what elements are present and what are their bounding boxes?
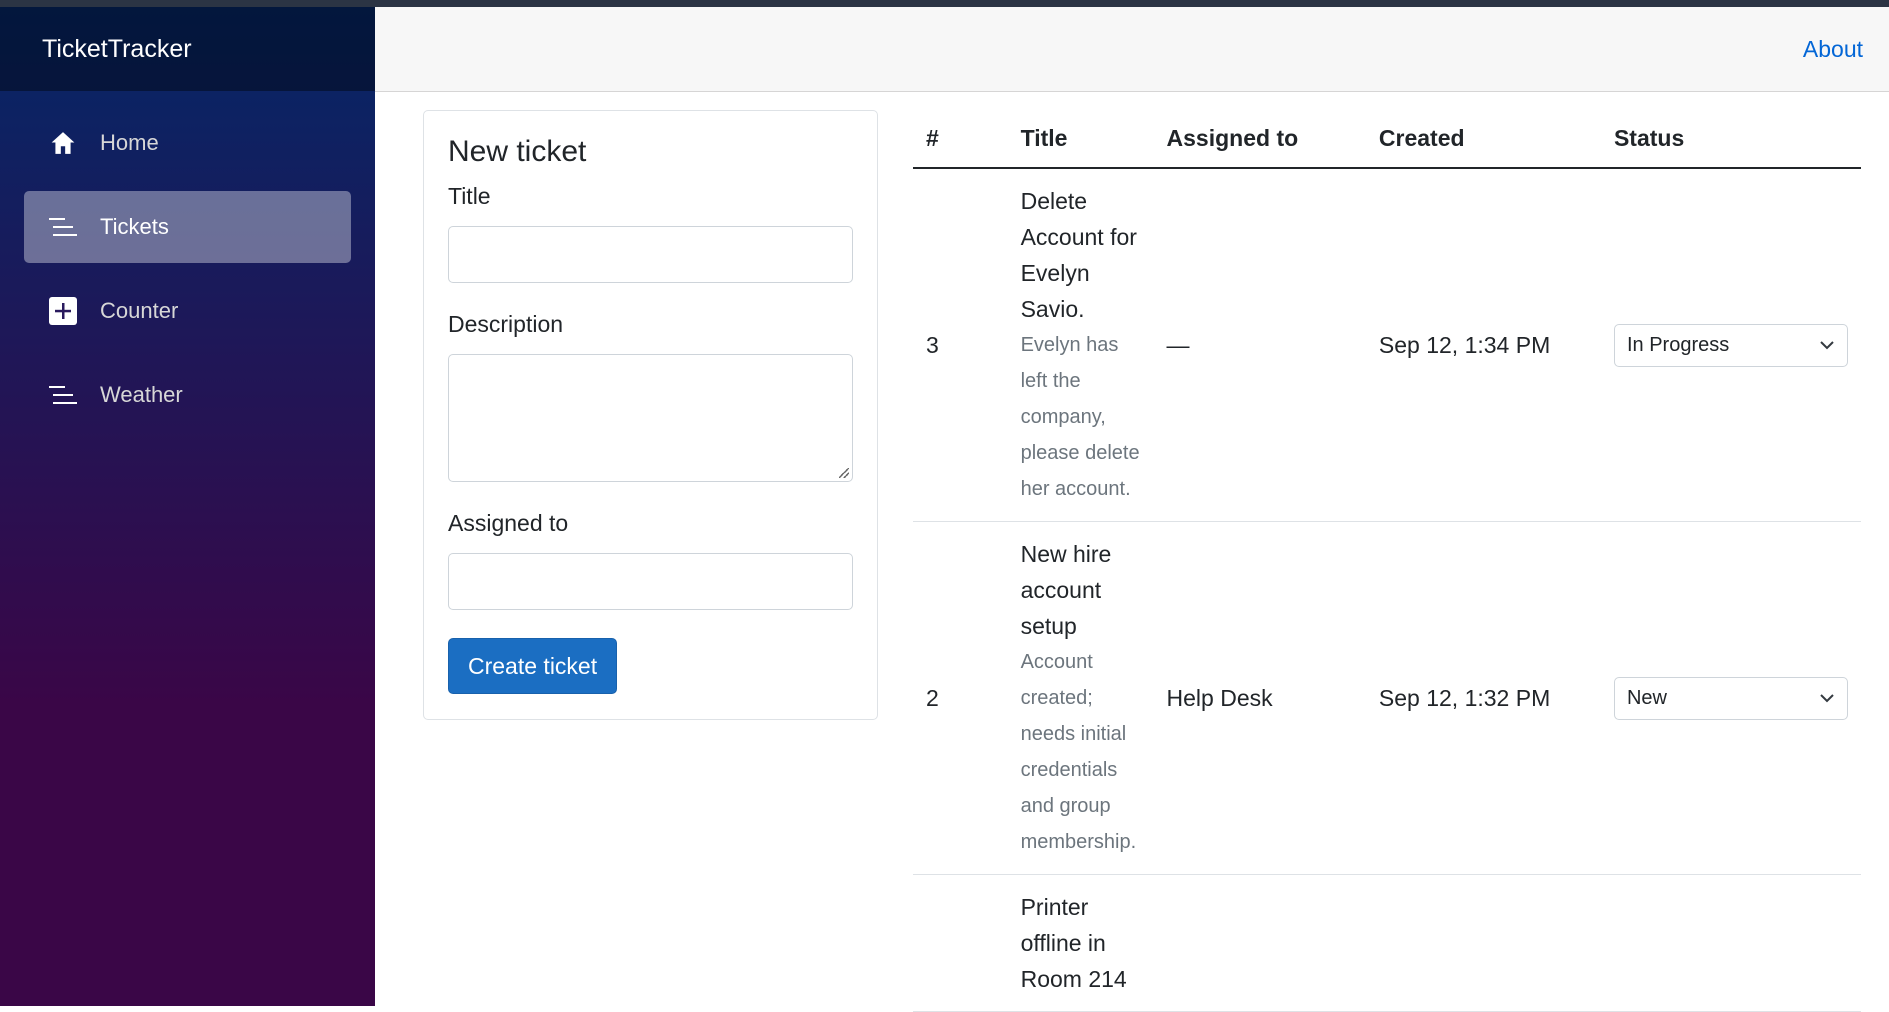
header-id: # (913, 110, 1008, 169)
header-assigned: Assigned to (1153, 110, 1366, 169)
title-label: Title (448, 183, 491, 209)
ticket-status-cell: In Progress (1600, 168, 1861, 522)
brand-link[interactable]: TicketTracker (42, 35, 192, 64)
nav-menu: Home Tickets Counter Weather (0, 91, 375, 431)
ticket-title: Printer offline in Room 214 (1020, 894, 1127, 992)
status-select[interactable]: In Progress (1613, 323, 1848, 367)
sidebar-item-weather[interactable]: Weather (24, 359, 351, 431)
ticket-title-cell: New hire account setup Account created; … (1007, 521, 1154, 875)
sidebar-item-label: Counter (100, 298, 179, 323)
ticket-description: Evelyn has left the company, please dele… (1020, 334, 1140, 500)
ticket-id: 2 (913, 521, 1008, 875)
ticket-id: 3 (913, 168, 1008, 522)
sidebar-item-label: Weather (100, 382, 183, 407)
sidebar-item-label: Tickets (100, 214, 169, 239)
home-icon (48, 128, 78, 158)
ticket-created (1365, 874, 1601, 1012)
card-title: New ticket (448, 135, 587, 168)
header-status: Status (1600, 110, 1861, 169)
new-ticket-card: New ticket Title Description Assigned to… (423, 110, 878, 720)
header-title: Title (1007, 110, 1154, 169)
ticket-title-cell: Printer offline in Room 214 (1007, 874, 1154, 1012)
list-icon (48, 212, 78, 242)
ticket-assigned (1153, 874, 1366, 1012)
ticket-assigned: — (1153, 168, 1366, 522)
sidebar-item-home[interactable]: Home (24, 107, 351, 179)
brand-bar: TicketTracker (0, 7, 375, 91)
sidebar-item-tickets[interactable]: Tickets (24, 191, 351, 263)
assigned-label: Assigned to (448, 510, 569, 536)
status-value: New (1626, 686, 1667, 709)
status-select[interactable]: New (1613, 676, 1848, 720)
chevron-down-icon (1820, 341, 1834, 350)
chevron-down-icon (1820, 694, 1834, 703)
table-header-row: # Title Assigned to Created Status (913, 110, 1861, 169)
tickets-table-wrap: # Title Assigned to Created Status 3 Del… (913, 110, 1861, 1012)
create-ticket-button[interactable]: Create ticket (448, 638, 618, 694)
ticket-assigned: Help Desk (1153, 521, 1366, 875)
title-input[interactable] (448, 226, 853, 283)
assigned-input[interactable] (448, 553, 853, 610)
table-row: 2 New hire account setup Account created… (913, 521, 1861, 875)
plus-square-icon (48, 296, 78, 326)
sidebar: TicketTracker Home Tickets Counter Weath… (0, 7, 375, 1006)
ticket-status-cell: New (1600, 521, 1861, 875)
ticket-description: Account created; needs initial credentia… (1020, 651, 1137, 853)
sidebar-item-counter[interactable]: Counter (24, 275, 351, 347)
ticket-id (913, 874, 1008, 1012)
main-content: About New ticket Title Description Assig… (375, 7, 1889, 1012)
status-value: In Progress (1626, 333, 1730, 356)
tickets-table: # Title Assigned to Created Status 3 Del… (913, 110, 1861, 1012)
table-row: Printer offline in Room 214 (913, 874, 1861, 1012)
resize-handle-icon[interactable] (839, 468, 849, 478)
about-link[interactable]: About (1803, 36, 1863, 63)
ticket-created: Sep 12, 1:32 PM (1365, 521, 1601, 875)
ticket-status-cell (1600, 874, 1861, 1012)
description-label: Description (448, 311, 564, 337)
list-icon (48, 380, 78, 410)
top-row: About (375, 7, 1889, 92)
ticket-title-cell: Delete Account for Evelyn Savio. Evelyn … (1007, 168, 1154, 522)
window-top-border (0, 0, 1889, 7)
description-textarea[interactable] (448, 354, 853, 482)
header-created: Created (1365, 110, 1601, 169)
ticket-created: Sep 12, 1:34 PM (1365, 168, 1601, 522)
ticket-title: New hire account setup (1020, 541, 1112, 639)
sidebar-item-label: Home (100, 130, 159, 155)
ticket-title: Delete Account for Evelyn Savio. (1020, 188, 1137, 322)
table-row: 3 Delete Account for Evelyn Savio. Evely… (913, 168, 1861, 522)
